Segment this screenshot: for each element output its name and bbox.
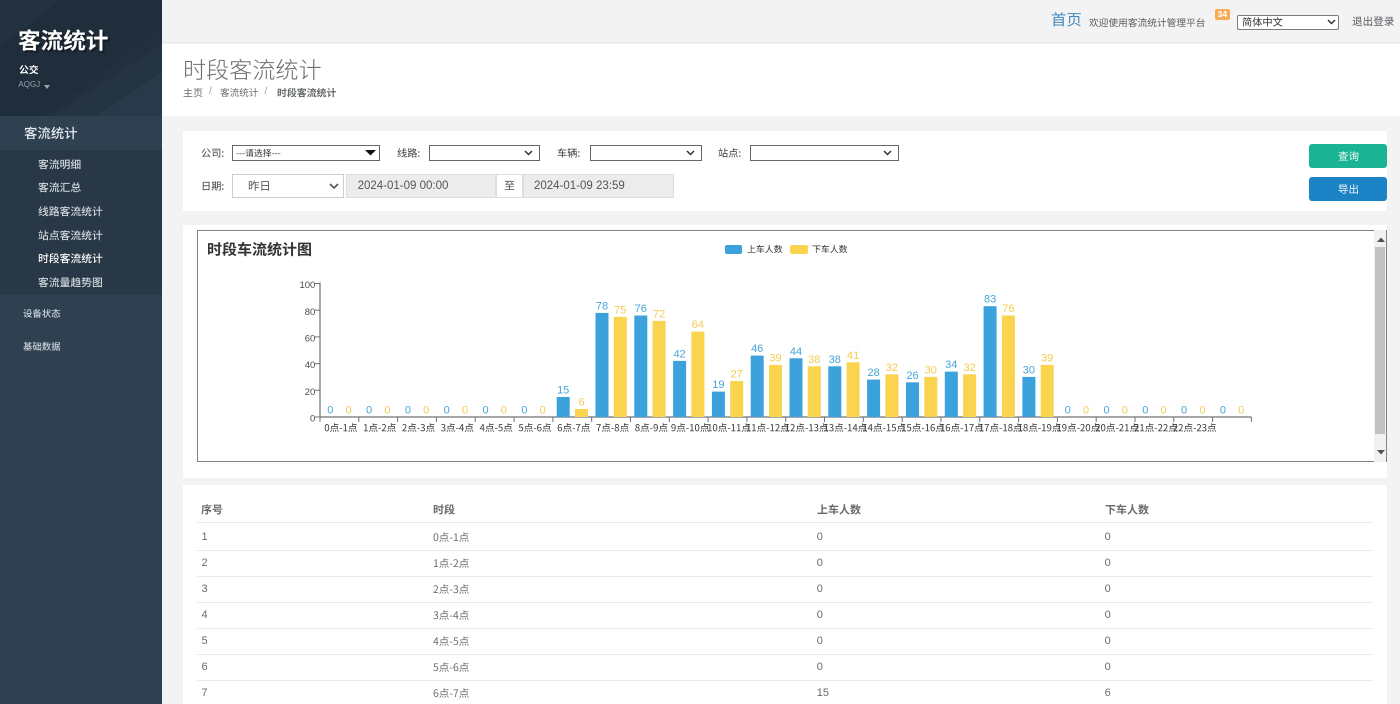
svg-text:0: 0 (345, 405, 351, 417)
svg-text:0: 0 (461, 405, 467, 417)
svg-text:39: 39 (1041, 352, 1053, 364)
svg-text:0: 0 (310, 414, 315, 425)
svg-text:38: 38 (828, 354, 840, 366)
svg-text:0: 0 (327, 405, 333, 417)
svg-text:15: 15 (557, 385, 569, 397)
svg-text:34: 34 (945, 359, 957, 371)
svg-text:0: 0 (1219, 405, 1225, 417)
svg-text:83: 83 (983, 294, 995, 306)
svg-text:0: 0 (1199, 405, 1205, 417)
svg-text:30: 30 (1022, 364, 1034, 376)
svg-text:28: 28 (867, 367, 879, 379)
svg-text:32: 32 (963, 362, 975, 374)
svg-text:0: 0 (521, 405, 527, 417)
svg-text:0: 0 (1103, 405, 1109, 417)
svg-text:76: 76 (1002, 303, 1014, 315)
svg-text:0: 0 (404, 405, 410, 417)
svg-text:0: 0 (1121, 405, 1127, 417)
svg-text:42: 42 (673, 348, 685, 360)
svg-text:39: 39 (769, 352, 781, 364)
svg-text:32: 32 (885, 362, 897, 374)
svg-text:0: 0 (1160, 405, 1166, 417)
svg-text:75: 75 (614, 304, 626, 316)
svg-text:0: 0 (1142, 405, 1148, 417)
svg-text:26: 26 (906, 370, 918, 382)
svg-text:0: 0 (384, 405, 390, 417)
svg-text:0: 0 (482, 405, 488, 417)
svg-text:0: 0 (539, 405, 545, 417)
svg-text:64: 64 (691, 319, 703, 331)
svg-text:80: 80 (304, 307, 315, 318)
svg-text:0: 0 (443, 405, 449, 417)
svg-text:0: 0 (1064, 405, 1070, 417)
svg-text:44: 44 (789, 346, 801, 358)
svg-text:38: 38 (808, 354, 820, 366)
svg-text:0: 0 (423, 405, 429, 417)
svg-text:0: 0 (1238, 405, 1244, 417)
svg-text:41: 41 (846, 350, 858, 362)
svg-text:100: 100 (299, 280, 315, 291)
svg-text:60: 60 (304, 334, 315, 345)
svg-text:19: 19 (712, 379, 724, 391)
svg-text:40: 40 (304, 360, 315, 371)
svg-text:76: 76 (634, 303, 646, 315)
svg-text:0: 0 (366, 405, 372, 417)
svg-text:46: 46 (751, 343, 763, 355)
svg-text:27: 27 (730, 369, 742, 381)
svg-text:0: 0 (1181, 405, 1187, 417)
svg-text:30: 30 (924, 364, 936, 376)
svg-text:6: 6 (578, 397, 584, 409)
svg-text:0: 0 (500, 405, 506, 417)
svg-text:0: 0 (1082, 405, 1088, 417)
svg-text:20: 20 (304, 387, 315, 398)
svg-text:72: 72 (652, 308, 664, 320)
svg-text:78: 78 (595, 300, 607, 312)
